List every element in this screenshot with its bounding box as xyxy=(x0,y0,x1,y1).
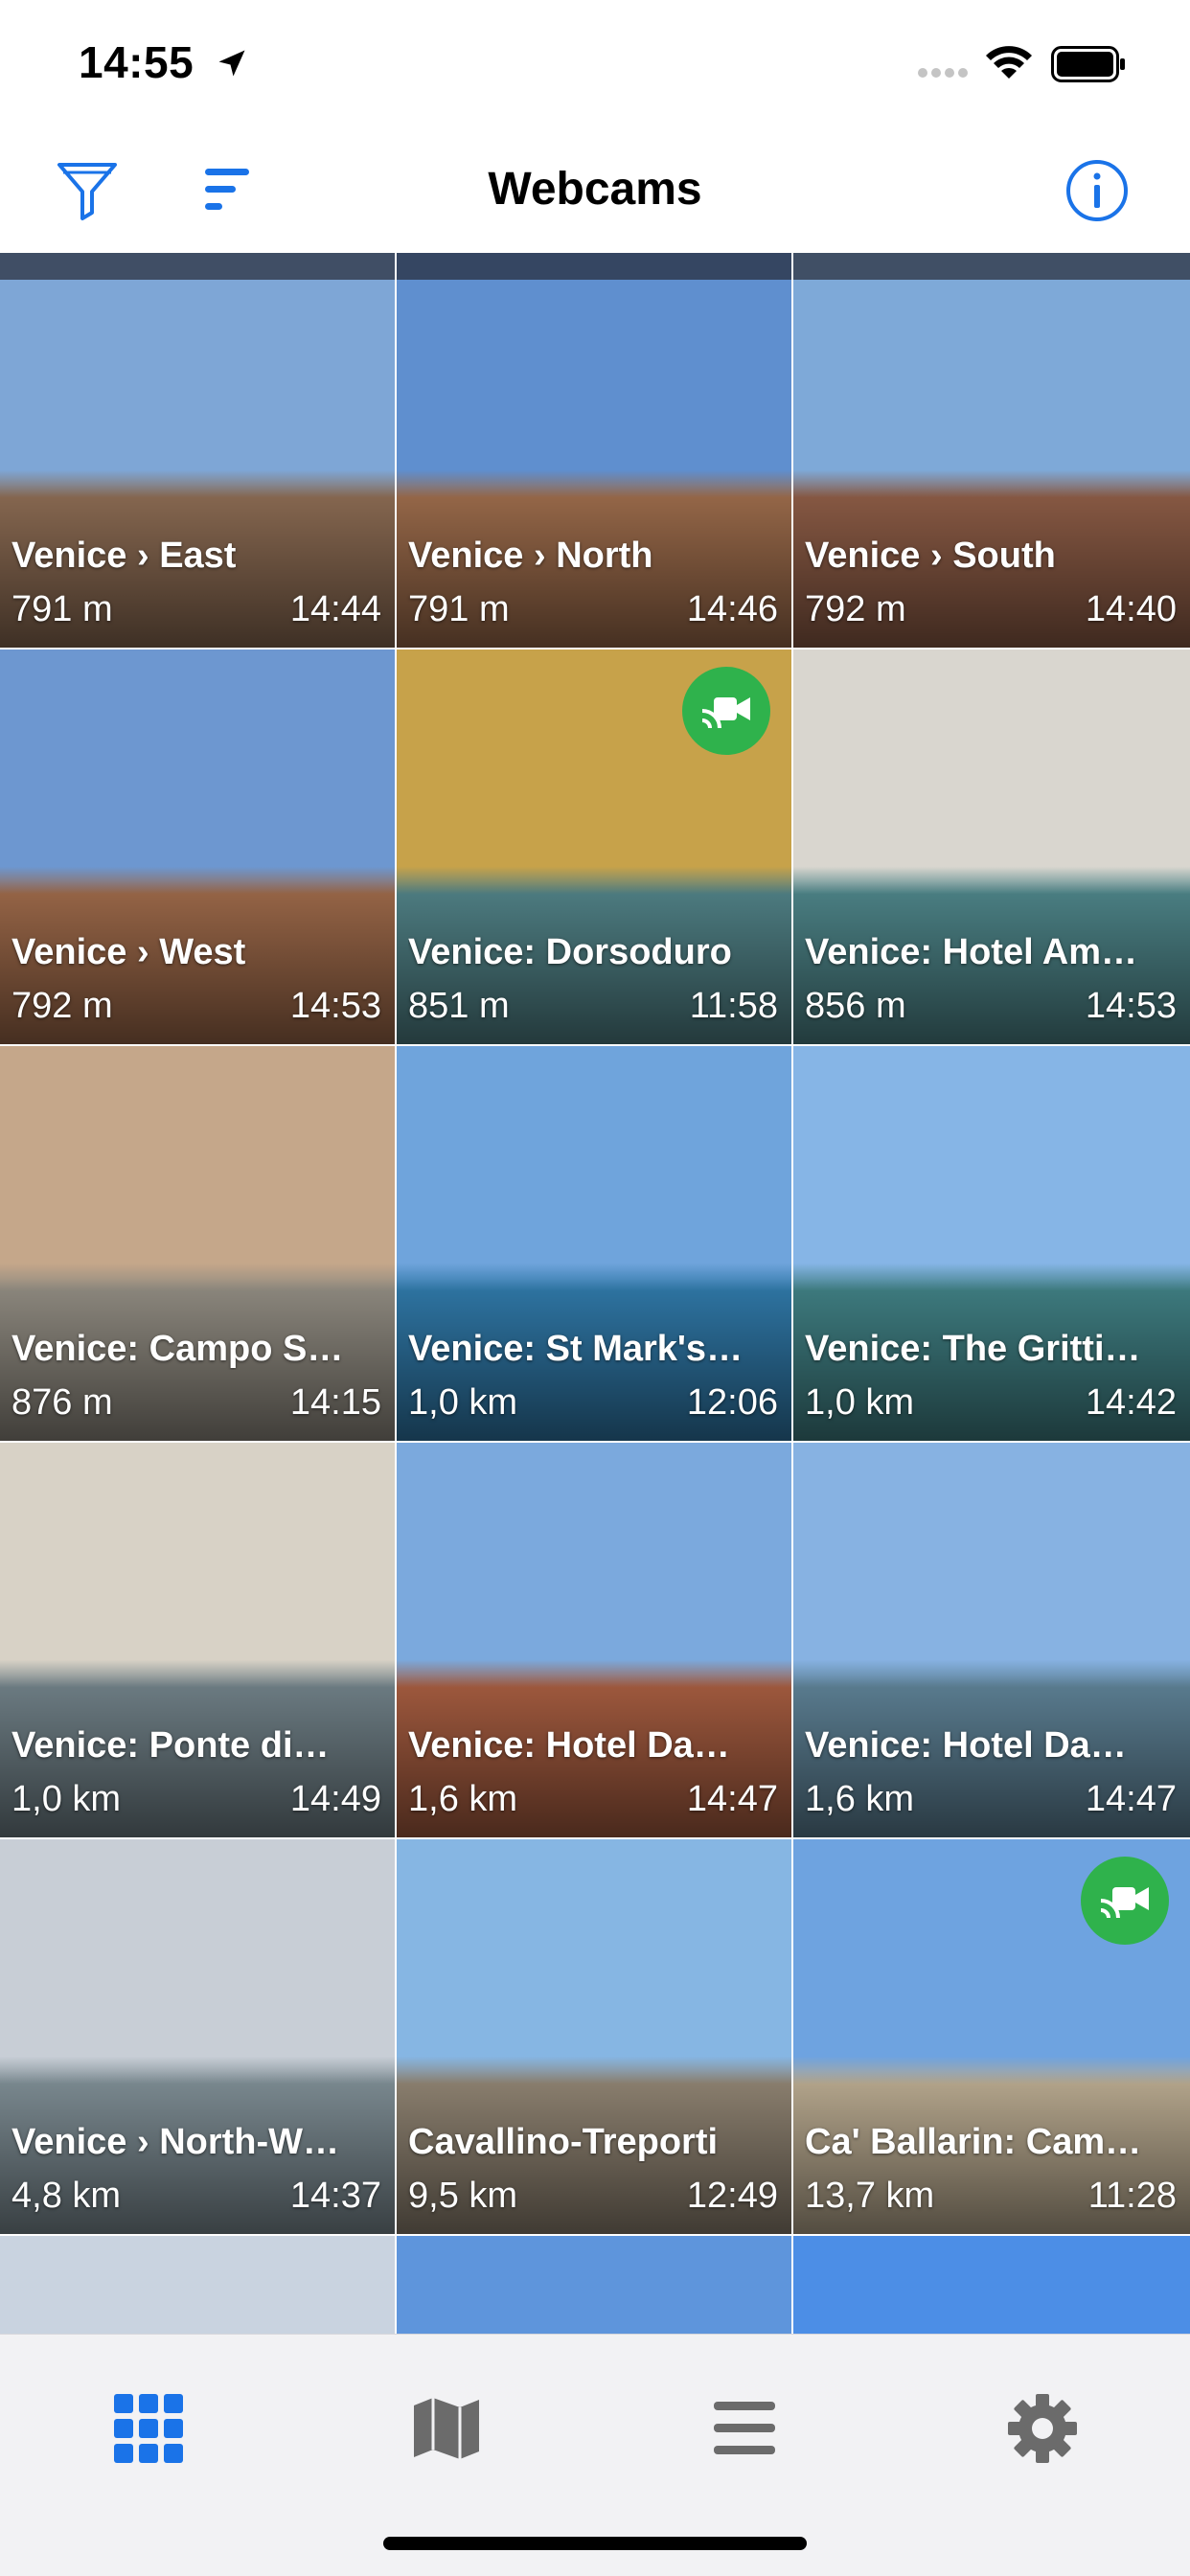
battery-icon xyxy=(1051,46,1125,82)
webcam-title: Venice: Dorsoduro xyxy=(408,932,732,972)
webcam-tile[interactable]: Venice: Hotel Da… 1,6 km 14:47 xyxy=(793,1443,1190,1839)
webcam-title: Cavallino-Treporti xyxy=(408,2122,719,2162)
settings-icon[interactable] xyxy=(1004,2390,1081,2467)
webcam-updated-time: 14:46 xyxy=(686,589,778,629)
webcam-tile[interactable]: Venice: Dorsoduro 851 m 11:58 xyxy=(397,650,793,1046)
live-stream-icon xyxy=(682,667,770,755)
webcam-updated-time: 14:47 xyxy=(1085,1779,1177,1819)
webcam-thumbnail xyxy=(0,2236,395,2334)
webcam-tile[interactable]: Venice: St Mark's… 1,0 km 12:06 xyxy=(397,1046,793,1443)
map-icon[interactable] xyxy=(408,2390,485,2467)
webcam-tile[interactable]: Ca' Ballarin: Cam… 13,7 km 11:28 xyxy=(793,1839,1190,2236)
webcam-thumbnail xyxy=(397,2236,791,2334)
status-time: 14:55 xyxy=(79,37,195,87)
weather-overlay-strip xyxy=(793,253,1190,280)
webcam-tile[interactable] xyxy=(397,2236,793,2334)
webcam-title: Ca' Ballarin: Cam… xyxy=(805,2122,1142,2162)
webcam-tile[interactable] xyxy=(0,2236,397,2334)
webcam-tile[interactable] xyxy=(793,2236,1190,2334)
webcam-tile[interactable]: Venice: Hotel Am… 856 m 14:53 xyxy=(793,650,1190,1046)
webcam-tile[interactable]: Venice › North-W… 4,8 km 14:37 xyxy=(0,1839,397,2236)
webcam-tile[interactable]: Venice: Hotel Da… 1,6 km 14:47 xyxy=(397,1443,793,1839)
webcam-distance: 9,5 km xyxy=(408,2176,518,2216)
webcam-tile[interactable]: Venice: Campo S… 876 m 14:15 xyxy=(0,1046,397,1443)
page-title: Webcams xyxy=(488,164,702,215)
webcam-distance: 1,0 km xyxy=(408,1382,518,1423)
list-icon[interactable] xyxy=(706,2390,783,2467)
webcam-title: Venice › North-W… xyxy=(11,2122,340,2162)
grid-icon[interactable] xyxy=(110,2390,187,2467)
webcam-updated-time: 14:42 xyxy=(1085,1382,1177,1423)
webcam-distance: 1,6 km xyxy=(805,1779,915,1819)
webcam-updated-time: 14:37 xyxy=(289,2176,381,2216)
location-arrow-icon xyxy=(218,50,245,77)
webcam-distance: 1,0 km xyxy=(11,1779,122,1819)
webcam-distance: 1,6 km xyxy=(408,1779,518,1819)
home-indicator[interactable] xyxy=(383,2537,807,2550)
webcam-grid: Venice › East 791 m 14:44 Venice › North 791… xyxy=(0,253,1190,2334)
webcam-distance: 1,0 km xyxy=(805,1382,915,1423)
webcam-updated-time: 14:53 xyxy=(1085,986,1177,1026)
weather-overlay-strip xyxy=(397,253,791,280)
webcam-title: Venice: Ponte di… xyxy=(11,1725,330,1766)
status-bar: 14:55 xyxy=(0,0,1190,134)
webcam-title: Venice › North xyxy=(408,536,653,576)
webcam-updated-time: 14:47 xyxy=(686,1779,778,1819)
webcam-updated-time: 14:15 xyxy=(289,1382,381,1423)
webcam-title: Venice: Campo S… xyxy=(11,1329,344,1369)
webcam-distance: 13,7 km xyxy=(805,2176,935,2216)
webcam-title: Venice › East xyxy=(11,536,237,576)
webcam-title: Venice: St Mark's… xyxy=(408,1329,744,1369)
webcam-updated-time: 14:49 xyxy=(289,1779,381,1819)
webcam-updated-time: 11:28 xyxy=(1087,2176,1177,2216)
webcam-tile[interactable]: Cavallino-Treporti 9,5 km 12:49 xyxy=(397,1839,793,2236)
webcam-updated-time: 14:53 xyxy=(289,986,381,1026)
webcam-distance: 792 m xyxy=(11,986,113,1026)
webcam-distance: 851 m xyxy=(408,986,510,1026)
live-stream-icon xyxy=(1081,1857,1169,1945)
webcam-tile[interactable]: Venice › East 791 m 14:44 xyxy=(0,253,397,650)
webcam-distance: 791 m xyxy=(11,589,113,629)
navigation-bar: Webcams xyxy=(0,134,1190,253)
webcam-title: Venice: Hotel Am… xyxy=(805,932,1138,972)
webcam-title: Venice › South xyxy=(805,536,1056,576)
webcam-distance: 876 m xyxy=(11,1382,113,1423)
webcam-title: Venice: The Gritti… xyxy=(805,1329,1141,1369)
webcam-distance: 4,8 km xyxy=(11,2176,122,2216)
webcam-distance: 791 m xyxy=(408,589,510,629)
webcam-updated-time: 14:44 xyxy=(289,589,381,629)
wifi-icon xyxy=(986,46,1032,79)
webcam-updated-time: 14:40 xyxy=(1085,589,1177,629)
webcam-title: Venice: Hotel Da… xyxy=(408,1725,730,1766)
webcam-distance: 856 m xyxy=(805,986,906,1026)
info-icon[interactable] xyxy=(1064,157,1131,224)
webcam-tile[interactable]: Venice: Ponte di… 1,0 km 14:49 xyxy=(0,1443,397,1839)
webcam-title: Venice › West xyxy=(11,932,246,972)
webcam-updated-time: 11:58 xyxy=(689,986,778,1026)
webcam-tile[interactable]: Venice: The Gritti… 1,0 km 14:42 xyxy=(793,1046,1190,1443)
webcam-updated-time: 12:49 xyxy=(686,2176,778,2216)
webcam-thumbnail xyxy=(793,2236,1190,2334)
webcam-tile[interactable]: Venice › South 792 m 14:40 xyxy=(793,253,1190,650)
weather-overlay-strip xyxy=(0,253,395,280)
cellular-signal-icon xyxy=(918,68,968,78)
webcam-updated-time: 12:06 xyxy=(686,1382,778,1423)
webcam-tile[interactable]: Venice › West 792 m 14:53 xyxy=(0,650,397,1046)
webcam-tile[interactable]: Venice › North 791 m 14:46 xyxy=(397,253,793,650)
webcam-distance: 792 m xyxy=(805,589,906,629)
webcam-title: Venice: Hotel Da… xyxy=(805,1725,1127,1766)
